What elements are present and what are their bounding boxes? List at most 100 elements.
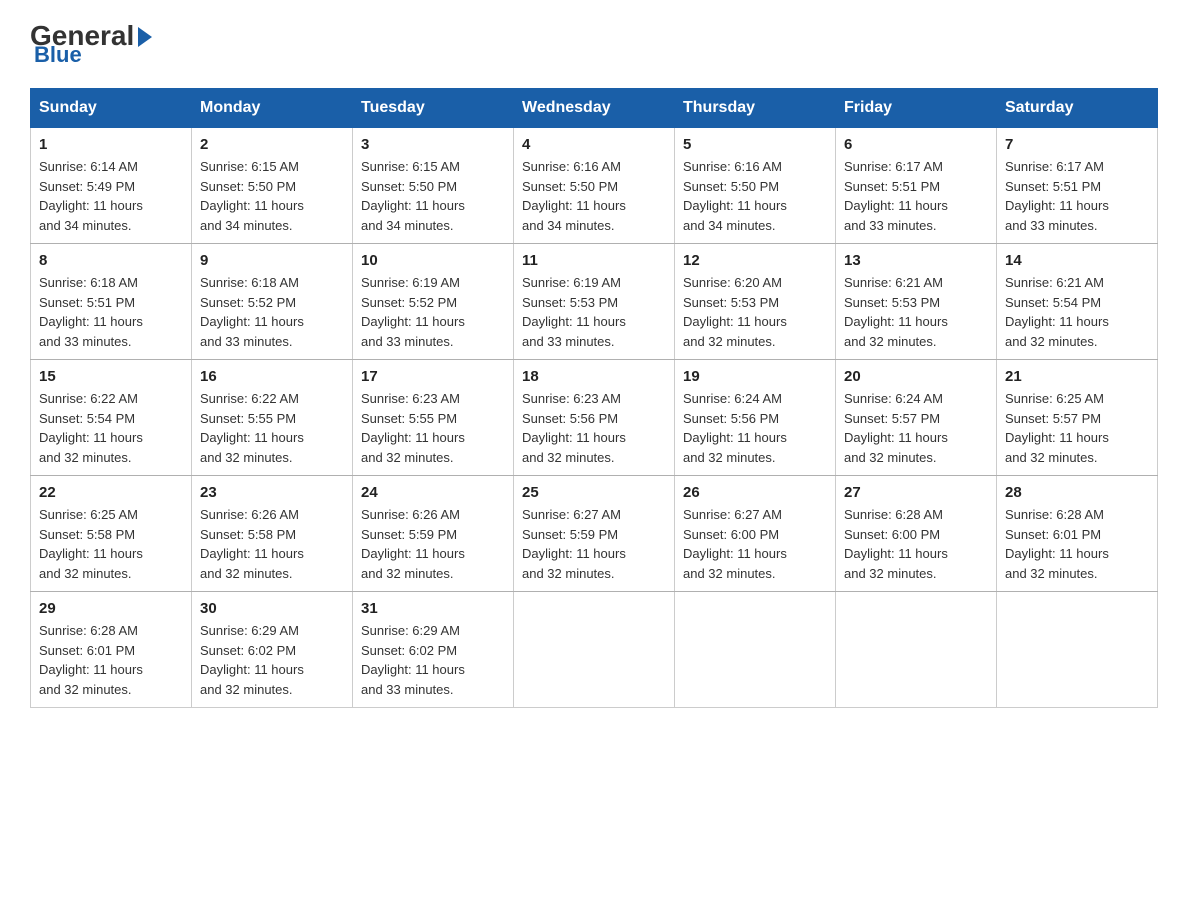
day-number: 2 xyxy=(200,136,344,153)
day-cell xyxy=(836,592,997,708)
day-number: 7 xyxy=(1005,136,1149,153)
day-number: 5 xyxy=(683,136,827,153)
day-cell: 13 Sunrise: 6:21 AMSunset: 5:53 PMDayligh… xyxy=(836,244,997,360)
day-info: Sunrise: 6:16 AMSunset: 5:50 PMDaylight:… xyxy=(683,157,827,235)
header-cell-wednesday: Wednesday xyxy=(514,89,675,128)
week-row-3: 15 Sunrise: 6:22 AMSunset: 5:54 PMDayligh… xyxy=(31,360,1158,476)
day-info: Sunrise: 6:18 AMSunset: 5:52 PMDaylight:… xyxy=(200,273,344,351)
day-cell: 29 Sunrise: 6:28 AMSunset: 6:01 PMDayligh… xyxy=(31,592,192,708)
day-cell xyxy=(675,592,836,708)
day-cell: 18 Sunrise: 6:23 AMSunset: 5:56 PMDayligh… xyxy=(514,360,675,476)
day-number: 24 xyxy=(361,484,505,501)
day-info: Sunrise: 6:20 AMSunset: 5:53 PMDaylight:… xyxy=(683,273,827,351)
day-number: 17 xyxy=(361,368,505,385)
day-info: Sunrise: 6:26 AMSunset: 5:59 PMDaylight:… xyxy=(361,505,505,583)
day-info: Sunrise: 6:28 AMSunset: 6:01 PMDaylight:… xyxy=(1005,505,1149,583)
day-number: 21 xyxy=(1005,368,1149,385)
day-cell: 11 Sunrise: 6:19 AMSunset: 5:53 PMDayligh… xyxy=(514,244,675,360)
day-info: Sunrise: 6:18 AMSunset: 5:51 PMDaylight:… xyxy=(39,273,183,351)
day-number: 19 xyxy=(683,368,827,385)
day-info: Sunrise: 6:24 AMSunset: 5:57 PMDaylight:… xyxy=(844,389,988,467)
header-cell-monday: Monday xyxy=(192,89,353,128)
day-info: Sunrise: 6:15 AMSunset: 5:50 PMDaylight:… xyxy=(200,157,344,235)
day-info: Sunrise: 6:25 AMSunset: 5:57 PMDaylight:… xyxy=(1005,389,1149,467)
week-row-1: 1 Sunrise: 6:14 AMSunset: 5:49 PMDaylight… xyxy=(31,128,1158,244)
day-number: 23 xyxy=(200,484,344,501)
header-cell-thursday: Thursday xyxy=(675,89,836,128)
day-number: 31 xyxy=(361,600,505,617)
header-cell-friday: Friday xyxy=(836,89,997,128)
day-cell: 22 Sunrise: 6:25 AMSunset: 5:58 PMDayligh… xyxy=(31,476,192,592)
day-number: 3 xyxy=(361,136,505,153)
day-cell: 12 Sunrise: 6:20 AMSunset: 5:53 PMDayligh… xyxy=(675,244,836,360)
logo-arrow-icon xyxy=(138,27,152,47)
day-info: Sunrise: 6:16 AMSunset: 5:50 PMDaylight:… xyxy=(522,157,666,235)
header-cell-saturday: Saturday xyxy=(997,89,1158,128)
day-cell xyxy=(514,592,675,708)
day-cell xyxy=(997,592,1158,708)
page-header: General Blue xyxy=(30,20,1158,68)
day-cell: 25Sunrise: 6:27 AMSunset: 5:59 PMDayligh… xyxy=(514,476,675,592)
week-row-2: 8Sunrise: 6:18 AMSunset: 5:51 PMDaylight… xyxy=(31,244,1158,360)
day-info: Sunrise: 6:19 AMSunset: 5:53 PMDaylight:… xyxy=(522,273,666,351)
day-info: Sunrise: 6:23 AMSunset: 5:55 PMDaylight:… xyxy=(361,389,505,467)
day-number: 14 xyxy=(1005,252,1149,269)
day-number: 1 xyxy=(39,136,183,153)
day-number: 15 xyxy=(39,368,183,385)
day-cell: 23 Sunrise: 6:26 AMSunset: 5:58 PMDayligh… xyxy=(192,476,353,592)
calendar-table: SundayMondayTuesdayWednesdayThursdayFrid… xyxy=(30,88,1158,708)
day-info: Sunrise: 6:15 AMSunset: 5:50 PMDaylight:… xyxy=(361,157,505,235)
day-cell: 14 Sunrise: 6:21 AMSunset: 5:54 PMDayligh… xyxy=(997,244,1158,360)
day-info: Sunrise: 6:29 AMSunset: 6:02 PMDaylight:… xyxy=(361,621,505,699)
day-cell: 17 Sunrise: 6:23 AMSunset: 5:55 PMDayligh… xyxy=(353,360,514,476)
header-row: SundayMondayTuesdayWednesdayThursdayFrid… xyxy=(31,89,1158,128)
day-info: Sunrise: 6:28 AMSunset: 6:00 PMDaylight:… xyxy=(844,505,988,583)
day-info: Sunrise: 6:21 AMSunset: 5:54 PMDaylight:… xyxy=(1005,273,1149,351)
day-cell: 15 Sunrise: 6:22 AMSunset: 5:54 PMDayligh… xyxy=(31,360,192,476)
day-number: 13 xyxy=(844,252,988,269)
logo: General Blue xyxy=(30,20,152,68)
day-number: 28 xyxy=(1005,484,1149,501)
day-cell: 27 Sunrise: 6:28 AMSunset: 6:00 PMDayligh… xyxy=(836,476,997,592)
day-info: Sunrise: 6:24 AMSunset: 5:56 PMDaylight:… xyxy=(683,389,827,467)
day-cell: 26 Sunrise: 6:27 AMSunset: 6:00 PMDayligh… xyxy=(675,476,836,592)
header-cell-tuesday: Tuesday xyxy=(353,89,514,128)
day-number: 22 xyxy=(39,484,183,501)
day-number: 9 xyxy=(200,252,344,269)
day-number: 4 xyxy=(522,136,666,153)
day-number: 18 xyxy=(522,368,666,385)
day-number: 11 xyxy=(522,252,666,269)
day-cell: 2 Sunrise: 6:15 AMSunset: 5:50 PMDaylight… xyxy=(192,128,353,244)
day-info: Sunrise: 6:19 AMSunset: 5:52 PMDaylight:… xyxy=(361,273,505,351)
day-info: Sunrise: 6:27 AMSunset: 5:59 PMDaylight:… xyxy=(522,505,666,583)
day-cell: 7 Sunrise: 6:17 AMSunset: 5:51 PMDaylight… xyxy=(997,128,1158,244)
day-cell: 5 Sunrise: 6:16 AMSunset: 5:50 PMDaylight… xyxy=(675,128,836,244)
day-cell: 31 Sunrise: 6:29 AMSunset: 6:02 PMDayligh… xyxy=(353,592,514,708)
day-number: 12 xyxy=(683,252,827,269)
day-number: 27 xyxy=(844,484,988,501)
day-cell: 19 Sunrise: 6:24 AMSunset: 5:56 PMDayligh… xyxy=(675,360,836,476)
day-number: 30 xyxy=(200,600,344,617)
day-cell: 20 Sunrise: 6:24 AMSunset: 5:57 PMDayligh… xyxy=(836,360,997,476)
day-info: Sunrise: 6:28 AMSunset: 6:01 PMDaylight:… xyxy=(39,621,183,699)
day-cell: 10Sunrise: 6:19 AMSunset: 5:52 PMDayligh… xyxy=(353,244,514,360)
day-cell: 3 Sunrise: 6:15 AMSunset: 5:50 PMDaylight… xyxy=(353,128,514,244)
day-info: Sunrise: 6:17 AMSunset: 5:51 PMDaylight:… xyxy=(1005,157,1149,235)
day-number: 20 xyxy=(844,368,988,385)
day-info: Sunrise: 6:21 AMSunset: 5:53 PMDaylight:… xyxy=(844,273,988,351)
day-info: Sunrise: 6:29 AMSunset: 6:02 PMDaylight:… xyxy=(200,621,344,699)
day-info: Sunrise: 6:23 AMSunset: 5:56 PMDaylight:… xyxy=(522,389,666,467)
day-info: Sunrise: 6:25 AMSunset: 5:58 PMDaylight:… xyxy=(39,505,183,583)
day-number: 6 xyxy=(844,136,988,153)
day-info: Sunrise: 6:27 AMSunset: 6:00 PMDaylight:… xyxy=(683,505,827,583)
day-cell: 6Sunrise: 6:17 AMSunset: 5:51 PMDaylight… xyxy=(836,128,997,244)
day-number: 29 xyxy=(39,600,183,617)
week-row-5: 29 Sunrise: 6:28 AMSunset: 6:01 PMDayligh… xyxy=(31,592,1158,708)
day-info: Sunrise: 6:22 AMSunset: 5:54 PMDaylight:… xyxy=(39,389,183,467)
day-cell: 1 Sunrise: 6:14 AMSunset: 5:49 PMDaylight… xyxy=(31,128,192,244)
day-cell: 28 Sunrise: 6:28 AMSunset: 6:01 PMDayligh… xyxy=(997,476,1158,592)
day-number: 26 xyxy=(683,484,827,501)
day-info: Sunrise: 6:14 AMSunset: 5:49 PMDaylight:… xyxy=(39,157,183,235)
day-cell: 16Sunrise: 6:22 AMSunset: 5:55 PMDayligh… xyxy=(192,360,353,476)
day-info: Sunrise: 6:26 AMSunset: 5:58 PMDaylight:… xyxy=(200,505,344,583)
